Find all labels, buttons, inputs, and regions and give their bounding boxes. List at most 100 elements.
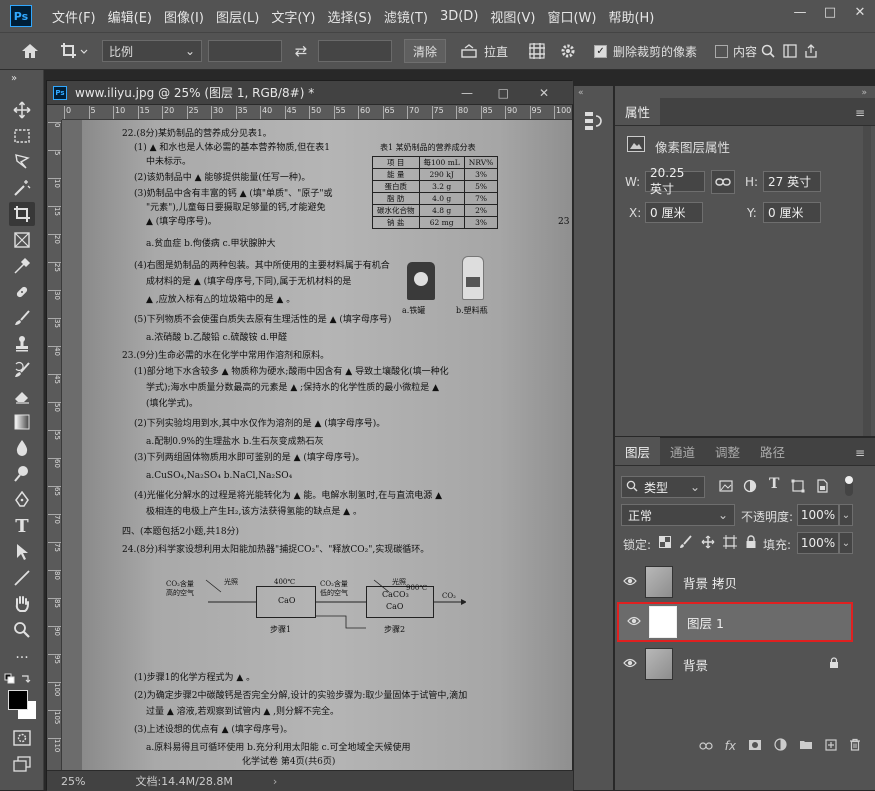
lock-artboard-icon[interactable] <box>723 535 737 552</box>
eyedropper-tool-icon[interactable] <box>9 254 35 278</box>
crop-height-input[interactable] <box>318 40 392 62</box>
filter-smart-object-icon[interactable] <box>815 479 829 496</box>
foreground-color-swatch[interactable] <box>8 690 28 710</box>
lasso-tool-icon[interactable] <box>9 150 35 174</box>
crop-tool-preset-icon[interactable] <box>60 42 88 60</box>
gear-icon[interactable] <box>560 43 576 59</box>
brush-tool-icon[interactable] <box>9 306 35 330</box>
lock-all-icon[interactable] <box>745 535 757 552</box>
status-menu-arrow-icon[interactable]: › <box>273 775 277 788</box>
straighten-icon[interactable] <box>460 44 478 58</box>
lock-position-icon[interactable] <box>701 535 715 552</box>
link-layers-icon[interactable] <box>699 739 713 753</box>
tab-paths[interactable]: 路径 <box>750 437 795 465</box>
collapse-toolbar-icon[interactable]: » <box>6 72 22 84</box>
adjustment-layer-icon[interactable] <box>774 738 787 754</box>
vertical-ruler[interactable]: 0 5 10 15 20 25 30 35 40 45 50 55 60 65 70 75 80 85 90 95 10… <box>47 120 62 770</box>
path-selection-tool-icon[interactable] <box>9 540 35 564</box>
link-dimensions-icon[interactable] <box>711 170 735 194</box>
fill-dropdown-icon[interactable]: ⌄ <box>839 532 853 554</box>
tab-channels[interactable]: 通道 <box>660 437 705 465</box>
x-position-field[interactable]: 0 厘米 <box>645 202 703 223</box>
type-tool-icon[interactable]: T <box>9 514 35 538</box>
tab-adjustments[interactable]: 调整 <box>705 437 750 465</box>
properties-scrollbar[interactable] <box>863 126 871 436</box>
swap-icon[interactable]: ⇄ <box>292 42 310 60</box>
y-position-field[interactable]: 0 厘米 <box>763 202 821 223</box>
marquee-tool-icon[interactable] <box>9 124 35 148</box>
new-layer-icon[interactable] <box>825 738 837 754</box>
menu-window[interactable]: 窗口(W) <box>541 7 602 26</box>
layer-row-background-copy[interactable]: 背景 拷贝 <box>615 562 855 602</box>
visibility-eye-icon[interactable] <box>615 575 645 590</box>
healing-brush-tool-icon[interactable] <box>9 280 35 304</box>
horizontal-ruler[interactable]: 0 5 10 15 20 25 30 35 40 45 50 55 60 65 70 75 80 85 90 95 10… <box>62 105 572 120</box>
delete-cropped-checkbox[interactable]: ✓ <box>594 44 608 58</box>
zoom-tool-icon[interactable] <box>9 618 35 642</box>
fx-icon[interactable]: fx <box>725 739 736 753</box>
layer-row-background[interactable]: 背景 <box>615 644 855 684</box>
clone-stamp-tool-icon[interactable] <box>9 332 35 356</box>
screen-mode-icon[interactable] <box>9 752 35 776</box>
history-panel-icon[interactable] <box>583 110 603 135</box>
menu-image[interactable]: 图像(I) <box>158 7 210 26</box>
canvas-area[interactable]: 表1 某奶制品的营养成分表 项 目每100 mL NRV% 能 量 290 kJ 3% 蛋… <box>62 120 572 770</box>
add-mask-icon[interactable] <box>748 739 762 754</box>
blend-mode-select[interactable]: 正常 ⌄ <box>621 504 735 526</box>
doc-minimize-button[interactable]: — <box>461 86 473 100</box>
quick-mask-icon[interactable] <box>9 726 35 750</box>
eraser-tool-icon[interactable] <box>9 384 35 408</box>
search-icon[interactable] <box>761 44 775 58</box>
pen-tool-icon[interactable] <box>9 488 35 512</box>
menu-edit[interactable]: 编辑(E) <box>102 7 158 26</box>
dodge-tool-icon[interactable] <box>9 462 35 486</box>
filter-pixel-icon[interactable] <box>719 479 733 496</box>
width-field[interactable]: 20.25 英寸 <box>645 166 705 196</box>
tab-properties[interactable]: 属性 <box>615 97 661 125</box>
document-tab[interactable]: Ps www.iliyu.jpg @ 25% (图层 1, RGB/8#) * … <box>47 81 573 105</box>
blur-tool-icon[interactable] <box>9 436 35 460</box>
fill-field[interactable]: 100% <box>797 532 839 554</box>
menu-view[interactable]: 视图(V) <box>484 7 541 26</box>
collapse-dock-icon[interactable]: « <box>578 88 584 98</box>
ruler-corner[interactable] <box>47 105 62 120</box>
height-field[interactable]: 27 英寸 <box>763 171 821 192</box>
straighten-label[interactable]: 拉直 <box>484 43 508 60</box>
maximize-button[interactable]: □ <box>815 0 845 24</box>
menu-layer[interactable]: 图层(L) <box>210 7 265 26</box>
collapse-panel-icon[interactable]: » <box>861 88 867 98</box>
tab-layers[interactable]: 图层 <box>615 437 661 465</box>
minimize-button[interactable]: — <box>785 0 815 24</box>
crop-width-input[interactable] <box>208 40 282 62</box>
close-window-button[interactable]: ✕ <box>845 0 875 24</box>
menu-type[interactable]: 文字(Y) <box>265 7 321 26</box>
filter-toggle-switch[interactable] <box>845 476 853 496</box>
ratio-select[interactable]: 比例 ⌄ <box>102 40 202 62</box>
filter-shape-icon[interactable] <box>791 479 805 496</box>
hand-tool-icon[interactable] <box>9 592 35 616</box>
move-tool-icon[interactable] <box>9 98 35 122</box>
default-colors-icon[interactable] <box>4 672 34 688</box>
opacity-dropdown-icon[interactable]: ⌄ <box>839 504 853 526</box>
menu-help[interactable]: 帮助(H) <box>602 7 660 26</box>
magic-wand-tool-icon[interactable] <box>9 176 35 200</box>
clear-button[interactable]: 清除 <box>404 39 447 63</box>
opacity-field[interactable]: 100% <box>797 504 839 526</box>
menu-3d[interactable]: 3D(D) <box>434 9 484 24</box>
doc-close-button[interactable]: ✕ <box>539 86 549 100</box>
new-group-folder-icon[interactable] <box>799 739 813 753</box>
layer-row-layer-1-selected[interactable]: 图层 1 <box>617 602 853 642</box>
lock-pixels-icon[interactable] <box>679 535 693 552</box>
workspace-icon[interactable] <box>783 44 797 58</box>
more-tools-icon[interactable]: ··· <box>9 646 35 670</box>
visibility-eye-icon[interactable] <box>615 657 645 672</box>
delete-layer-trash-icon[interactable] <box>849 738 861 754</box>
zoom-level[interactable]: 25% <box>61 775 85 788</box>
content-aware-checkbox[interactable] <box>715 44 729 58</box>
grid-overlay-icon[interactable] <box>528 42 546 60</box>
menu-select[interactable]: 选择(S) <box>321 7 377 26</box>
layers-menu-icon[interactable]: ≡ <box>855 446 865 460</box>
lock-transparent-icon[interactable] <box>659 536 671 551</box>
share-icon[interactable] <box>805 44 817 58</box>
line-tool-icon[interactable] <box>9 566 35 590</box>
